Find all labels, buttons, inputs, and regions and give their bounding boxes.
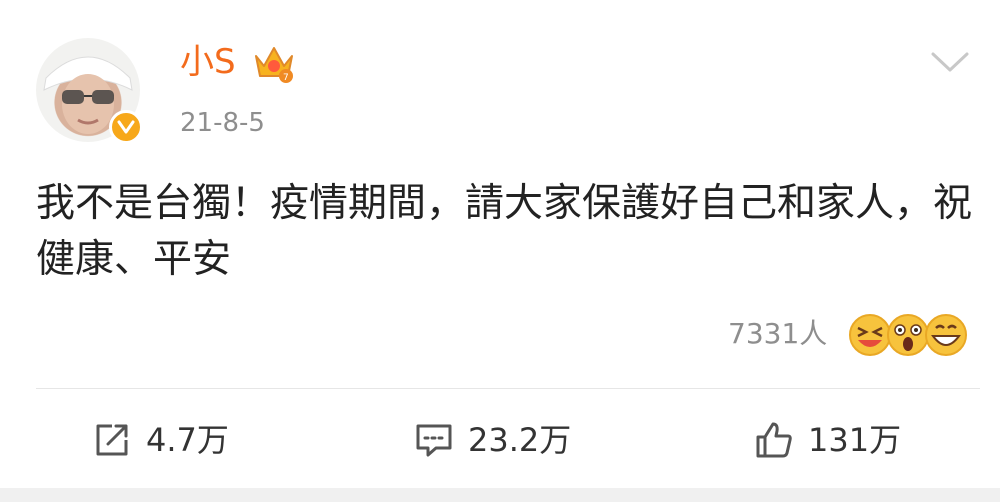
verified-badge-icon <box>109 110 143 144</box>
divider <box>36 388 980 389</box>
author-name[interactable]: 小S <box>180 40 236 84</box>
comment-count: 23.2万 <box>468 421 572 459</box>
thumbs-up-icon <box>756 422 792 458</box>
repost-count: 4.7万 <box>146 421 229 459</box>
chevron-down-icon[interactable] <box>930 50 970 76</box>
comment-button[interactable]: 23.2万 <box>414 418 571 462</box>
surprised-face-icon <box>887 314 929 356</box>
reaction-count[interactable]: 7331人 <box>728 316 827 352</box>
weibo-post: 小S 7 21-8-5 我不是台獨！疫情期間，請大家保護好自己和家人，祝 健康、… <box>0 0 1000 502</box>
grinning-face-icon <box>925 314 967 356</box>
repost-button[interactable]: 4.7万 <box>92 418 229 462</box>
post-content: 我不是台獨！疫情期間，請大家保護好自己和家人，祝 健康、平安 <box>36 181 985 282</box>
like-count: 131万 <box>808 421 902 459</box>
comment-icon <box>416 424 452 457</box>
bottom-strip <box>0 488 1000 502</box>
reaction-emojis[interactable] <box>848 310 968 360</box>
like-button[interactable]: 131万 <box>754 418 901 462</box>
vip-crown-icon[interactable]: 7 <box>252 42 296 84</box>
post-date: 21-8-5 <box>180 108 265 138</box>
laughing-face-icon <box>849 314 891 356</box>
svg-text:7: 7 <box>283 73 289 83</box>
repost-icon <box>96 424 128 456</box>
